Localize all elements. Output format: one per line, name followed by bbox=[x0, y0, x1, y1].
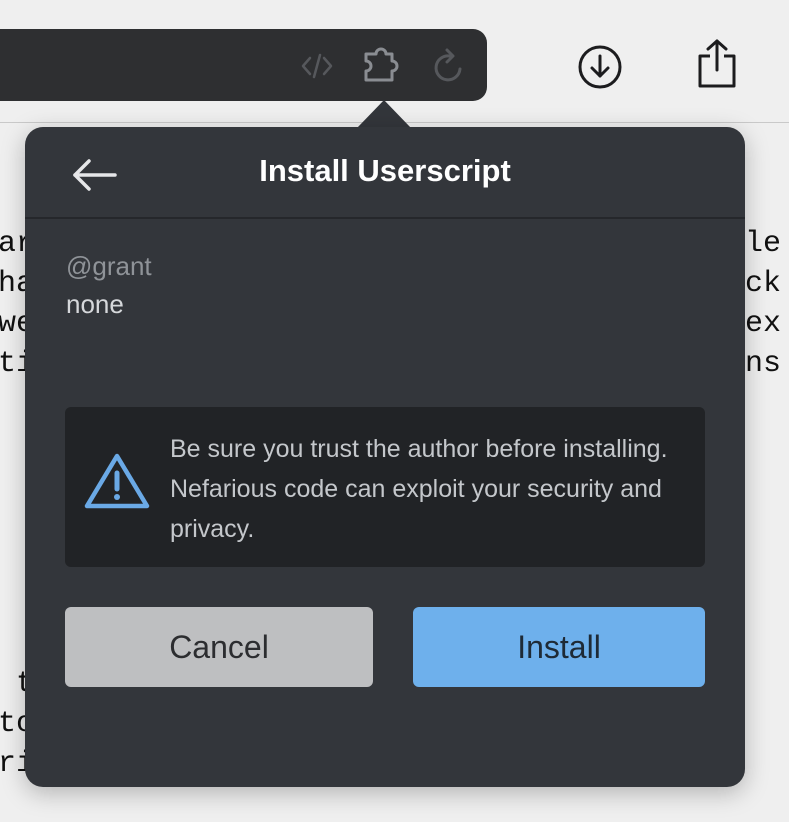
page-text-fragment: ck bbox=[745, 267, 782, 301]
page-text-fragment: ex bbox=[745, 307, 782, 341]
warning-icon bbox=[83, 451, 151, 516]
popover-header: Install Userscript bbox=[25, 127, 745, 219]
page-text-fragment: ns bbox=[745, 347, 782, 381]
cancel-button[interactable]: Cancel bbox=[65, 607, 373, 687]
download-icon[interactable] bbox=[577, 44, 623, 90]
popover-arrow bbox=[357, 100, 411, 128]
install-button[interactable]: Install bbox=[413, 607, 705, 687]
metadata-key: @grant bbox=[66, 251, 152, 281]
reload-icon[interactable] bbox=[432, 47, 468, 85]
extension-puzzle-icon[interactable] bbox=[362, 46, 408, 86]
popover-title: Install Userscript bbox=[259, 153, 511, 188]
code-icon[interactable] bbox=[300, 50, 334, 82]
metadata-value: none bbox=[66, 289, 124, 319]
warning-box: Be sure you trust the author before inst… bbox=[65, 407, 705, 567]
install-userscript-popover: Install Userscript @grant none Be sure y… bbox=[25, 127, 745, 787]
share-icon[interactable] bbox=[695, 38, 739, 90]
warning-message: Be sure you trust the author before inst… bbox=[170, 435, 668, 543]
page-text-fragment: le bbox=[745, 227, 782, 261]
address-bar[interactable] bbox=[0, 29, 487, 101]
